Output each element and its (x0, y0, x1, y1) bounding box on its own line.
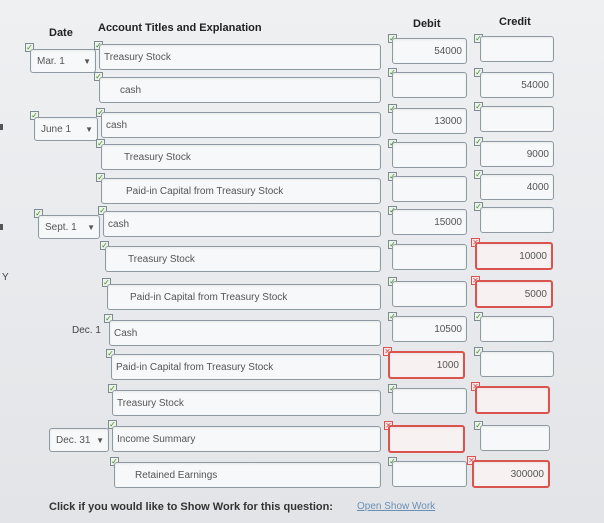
debit-input[interactable]: 54000 (392, 38, 467, 64)
debit-value: 13000 (434, 115, 462, 127)
credit-input[interactable]: 4000 (480, 174, 554, 200)
open-show-work-link[interactable]: Open Show Work (357, 501, 435, 512)
account-value: Retained Earnings (135, 469, 218, 481)
credit-header: Credit (499, 16, 531, 28)
credit-input[interactable]: 300000 (472, 460, 550, 488)
credit-input[interactable]: 9000 (480, 141, 554, 167)
date-select[interactable]: June 1 ▼ (34, 117, 98, 141)
account-value: Treasury Stock (117, 397, 184, 409)
credit-value: 9000 (526, 148, 549, 160)
account-input[interactable]: Treasury Stock (101, 144, 381, 170)
edge-letter: Y (2, 272, 9, 283)
show-work-prompt: Click if you would like to Show Work for… (49, 501, 333, 513)
account-value: Income Summary (117, 433, 196, 445)
credit-input[interactable] (475, 386, 550, 414)
date-value: Mar. 1 (37, 55, 65, 67)
edge-mark (0, 224, 3, 230)
debit-input[interactable]: 10500 (392, 316, 467, 342)
account-header: Account Titles and Explanation (98, 22, 262, 34)
credit-input[interactable] (480, 425, 550, 451)
account-input[interactable]: Income Summary (112, 426, 381, 452)
account-value: cash (106, 119, 128, 131)
account-input[interactable]: Paid-in Capital from Treasury Stock (111, 354, 381, 380)
debit-input[interactable] (392, 72, 467, 98)
credit-input[interactable] (480, 316, 554, 342)
credit-value: 4000 (526, 181, 549, 193)
date-label: Dec. 1 (72, 325, 101, 336)
debit-value: 10500 (434, 323, 462, 335)
date-select[interactable]: Sept. 1 ▼ (38, 215, 100, 239)
account-input[interactable]: Treasury Stock (112, 390, 381, 416)
date-select[interactable]: Mar. 1 ▼ (30, 49, 96, 73)
debit-input[interactable] (392, 388, 467, 414)
account-value: Cash (114, 327, 138, 339)
chevron-down-icon: ▼ (96, 435, 104, 445)
account-input[interactable]: Paid-in Capital from Treasury Stock (101, 178, 381, 204)
account-input[interactable]: Paid-in Capital from Treasury Stock (107, 284, 381, 310)
account-input[interactable]: Treasury Stock (99, 44, 381, 70)
account-value: cash (120, 84, 142, 96)
credit-value: 54000 (521, 79, 549, 91)
date-value: Sept. 1 (45, 221, 77, 233)
account-input[interactable]: Retained Earnings (114, 462, 381, 488)
debit-header: Debit (413, 18, 441, 30)
chevron-down-icon: ▼ (83, 56, 91, 66)
chevron-down-icon: ▼ (85, 124, 93, 134)
account-input[interactable]: Treasury Stock (105, 246, 381, 272)
account-value: Treasury Stock (104, 51, 171, 63)
debit-input[interactable] (392, 281, 467, 307)
account-value: Paid-in Capital from Treasury Stock (116, 361, 274, 373)
debit-value: 1000 (436, 359, 459, 371)
account-value: Treasury Stock (124, 151, 191, 163)
date-header: Date (49, 27, 73, 39)
date-value: Dec. 31 (56, 434, 91, 446)
credit-input[interactable]: 5000 (475, 280, 553, 308)
account-value: Paid-in Capital from Treasury Stock (130, 291, 288, 303)
credit-input[interactable]: 10000 (475, 242, 553, 270)
account-input[interactable]: cash (101, 112, 381, 138)
credit-value: 10000 (519, 250, 547, 262)
debit-input[interactable]: 13000 (392, 108, 467, 134)
debit-input[interactable]: 1000 (388, 351, 465, 379)
account-value: Paid-in Capital from Treasury Stock (126, 185, 284, 197)
debit-input[interactable]: 15000 (392, 209, 467, 235)
debit-input[interactable] (388, 425, 465, 453)
credit-input[interactable] (480, 106, 554, 132)
account-input[interactable]: Cash (109, 320, 381, 346)
credit-value: 5000 (524, 288, 547, 300)
credit-input[interactable] (480, 36, 554, 62)
date-select[interactable]: Dec. 31 ▼ (49, 428, 109, 452)
credit-value: 300000 (510, 468, 544, 480)
debit-value: 54000 (434, 45, 462, 57)
credit-input[interactable]: 54000 (480, 72, 554, 98)
debit-value: 15000 (434, 216, 462, 228)
credit-input[interactable] (480, 207, 554, 233)
account-value: cash (108, 218, 130, 230)
credit-input[interactable] (480, 351, 554, 377)
debit-input[interactable] (392, 244, 467, 270)
chevron-down-icon: ▼ (87, 222, 95, 232)
debit-input[interactable] (392, 142, 467, 168)
account-input[interactable]: cash (103, 211, 381, 237)
debit-input[interactable] (392, 461, 467, 487)
account-value: Treasury Stock (128, 253, 195, 265)
date-value: June 1 (41, 123, 72, 135)
debit-input[interactable] (392, 176, 467, 202)
account-input[interactable]: cash (99, 77, 381, 103)
edge-mark (0, 124, 3, 130)
